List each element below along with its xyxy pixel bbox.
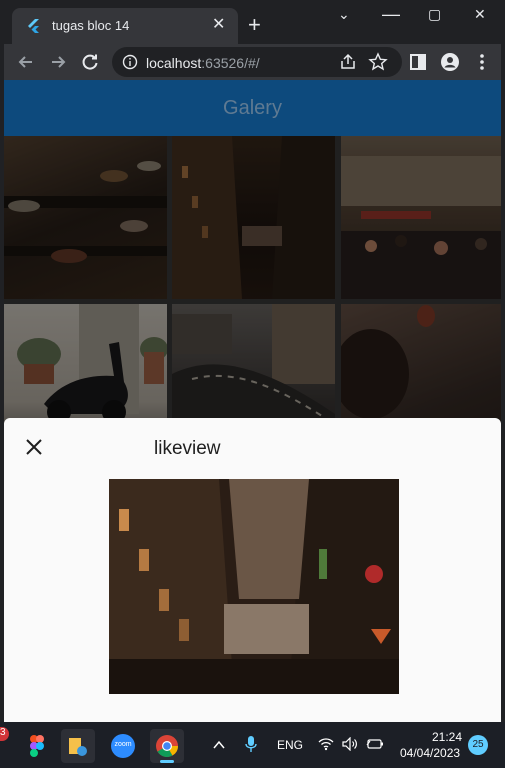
- minimize-button[interactable]: —: [382, 4, 400, 25]
- clock-time[interactable]: 21:24: [432, 730, 462, 744]
- url-host: localhost: [146, 55, 202, 71]
- taskbar: 3 zoom ENG 21:24 04/04/2023 25: [0, 722, 505, 768]
- notification-center-count: 25: [472, 739, 484, 750]
- notification-count: 3: [0, 727, 6, 738]
- chevron-up-icon[interactable]: [212, 738, 226, 752]
- close-icon[interactable]: [22, 435, 46, 459]
- sheet-title: likeview: [154, 438, 221, 459]
- url-path: :63526/#/: [201, 55, 260, 71]
- likeview-bottom-sheet: likeview: [4, 418, 501, 722]
- flutter-icon: [28, 19, 39, 33]
- tab-active[interactable]: tugas bloc 14 ✕: [12, 8, 238, 44]
- notification-center-badge[interactable]: 25: [468, 735, 488, 755]
- chrome-icon: [156, 735, 178, 757]
- profile-icon[interactable]: [440, 52, 460, 72]
- browser-window: tugas bloc 14 ✕ + ⌄ — ▢ ✕ localhost:6352…: [4, 0, 501, 722]
- bookmark-star-icon[interactable]: [368, 52, 388, 72]
- sheet-photo-street[interactable]: [109, 479, 399, 694]
- notification-badge: 3: [0, 727, 9, 741]
- file-explorer-button[interactable]: [61, 729, 95, 763]
- language-indicator[interactable]: ENG: [277, 738, 303, 752]
- app-bar: Galery: [4, 80, 501, 136]
- app-title: Galery: [223, 97, 282, 119]
- modal-scrim[interactable]: [4, 136, 501, 426]
- file-explorer-icon: [69, 738, 87, 756]
- info-icon[interactable]: [122, 54, 138, 70]
- reload-icon[interactable]: [80, 52, 100, 72]
- restore-button[interactable]: ▢: [428, 6, 441, 23]
- volume-icon[interactable]: [342, 737, 358, 751]
- zoom-label: zoom: [114, 741, 132, 748]
- figma-icon[interactable]: [20, 729, 54, 763]
- zoom-icon: zoom: [111, 734, 135, 758]
- wifi-icon[interactable]: [318, 737, 334, 751]
- tab-search-icon[interactable]: ⌄: [338, 6, 350, 23]
- tab-strip: tugas bloc 14 ✕ + ⌄ — ▢ ✕: [4, 0, 501, 44]
- clock-date[interactable]: 04/04/2023: [400, 746, 460, 760]
- browser-toolbar: localhost:63526/#/: [4, 44, 501, 80]
- address-bar[interactable]: localhost:63526/#/: [112, 47, 402, 77]
- tab-title: tugas bloc 14: [52, 18, 130, 33]
- microphone-icon[interactable]: [244, 735, 258, 753]
- zoom-button[interactable]: zoom: [106, 729, 140, 763]
- new-tab-button[interactable]: +: [248, 14, 261, 36]
- back-icon[interactable]: [16, 52, 36, 72]
- close-window-button[interactable]: ✕: [474, 6, 486, 23]
- url-text: localhost:63526/#/: [146, 55, 260, 71]
- share-icon[interactable]: [338, 52, 358, 72]
- app-page: Galery likeview: [4, 80, 501, 722]
- active-indicator: [160, 760, 174, 763]
- tab-close-icon[interactable]: ✕: [212, 16, 225, 34]
- chrome-button[interactable]: [150, 729, 184, 763]
- menu-dots-icon[interactable]: [472, 52, 492, 72]
- sidepanel-icon[interactable]: [408, 52, 428, 72]
- battery-icon[interactable]: [366, 737, 384, 751]
- forward-icon[interactable]: [48, 52, 68, 72]
